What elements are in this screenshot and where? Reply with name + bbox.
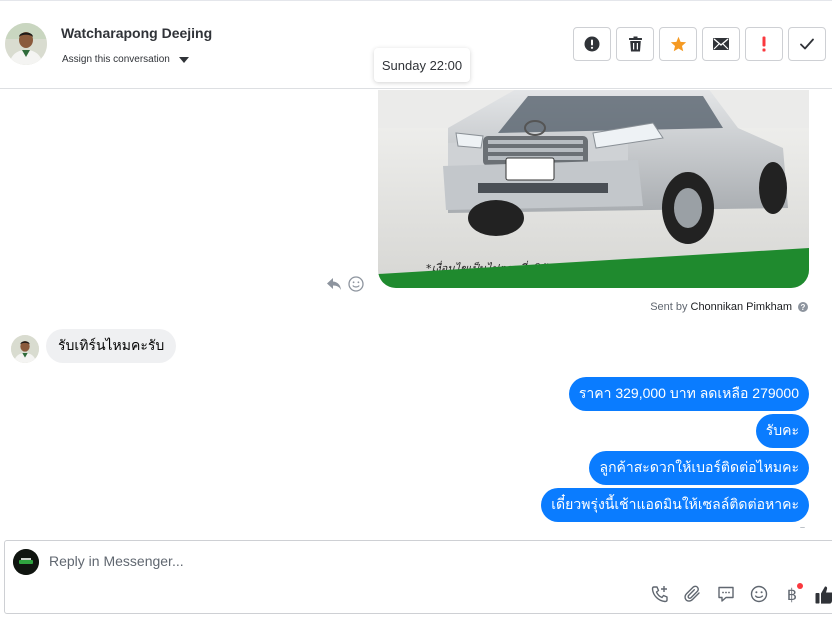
attach-button[interactable] [682,583,704,605]
reply-composer: ฿ [4,540,832,614]
avatar[interactable] [5,23,47,65]
emoji-icon [750,585,768,603]
assign-conversation-dropdown[interactable]: Assign this conversation [62,54,189,65]
saved-reply-icon [718,586,734,602]
timestamp-tooltip: Sunday 22:00 [374,48,470,82]
call-button[interactable] [649,583,671,605]
contact-name[interactable]: Watcharapong Deejing [61,25,212,41]
seen-indicator [800,527,805,528]
divider [0,0,832,1]
outgoing-message[interactable]: ลูกค้าสะดวกให้เบอร์ติดต่อไหมคะ [589,451,809,485]
mark-important-button[interactable] [745,27,783,61]
paperclip-icon [684,585,700,602]
contact-avatar[interactable] [11,335,39,363]
outgoing-message[interactable]: รับคะ [755,414,809,448]
incoming-message[interactable]: รับเทิร์นไหมคะรับ [46,329,177,363]
message-thread[interactable]: *เงื่อนไขเป็นไปตามที่บริษัทฯ กำหนด โทรสอ… [0,90,832,528]
trash-icon [628,36,642,52]
outgoing-message[interactable]: เดี๋ยวพรุ่งนี้เช้าแอดมินให้เซลล์ติดต่อหา… [541,488,809,522]
sent-by-label: Sent by Chonnikan Pimkham ? [650,301,808,313]
car-photo-attachment[interactable]: *เงื่อนไขเป็นไปตามที่บริษัทฯ กำหนด โทรสอ… [378,90,809,288]
exclamation-icon [762,36,766,52]
report-spam-button[interactable] [573,27,611,61]
like-button[interactable] [814,583,832,605]
assign-label: Assign this conversation [62,54,170,65]
baht-payment-icon: ฿ [786,584,798,604]
caret-down-icon [178,56,189,63]
phone-add-icon [651,586,668,603]
notification-dot [797,583,803,589]
sender-name: Chonnikan Pimkham [690,301,793,313]
message-actions [326,276,364,292]
page-avatar [13,549,39,575]
alert-circle-icon [584,36,600,52]
delete-button[interactable] [616,27,654,61]
star-icon [670,36,686,52]
help-icon[interactable]: ? [798,302,808,312]
mark-unread-button[interactable] [702,27,740,61]
composer-toolbar: ฿ [649,583,832,605]
react-emoji-icon[interactable] [348,276,364,292]
thumbs-up-icon [815,585,832,604]
reply-input[interactable] [49,553,549,569]
check-icon [800,38,814,50]
conversation-actions [573,27,826,61]
saved-replies-button[interactable] [715,583,737,605]
emoji-button[interactable] [748,583,770,605]
reply-icon[interactable] [326,277,342,291]
mark-done-button[interactable] [788,27,826,61]
outgoing-message[interactable]: ราคา 329,000 บาท ลดเหลือ 279000 [568,377,809,411]
star-button[interactable] [659,27,697,61]
payment-button[interactable]: ฿ [781,583,803,605]
sent-by-prefix: Sent by [650,301,688,313]
envelope-icon [713,38,729,50]
